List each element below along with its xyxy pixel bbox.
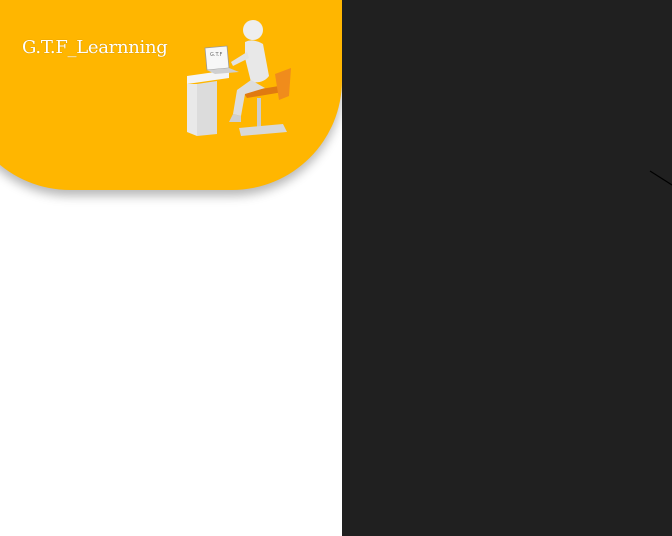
app-window: G.T.F_Learnning G.T.F (0, 0, 672, 536)
brand-title: G.T.F_Learnning (22, 37, 168, 58)
laptop-screen-text: G.T.F (210, 52, 223, 58)
edge-stroke-mark (649, 170, 672, 186)
person-at-laptop-desk-icon: G.T.F (187, 20, 291, 136)
side-drawer: G.T.F_Learnning G.T.F (0, 0, 342, 536)
content-area[interactable] (342, 0, 672, 536)
